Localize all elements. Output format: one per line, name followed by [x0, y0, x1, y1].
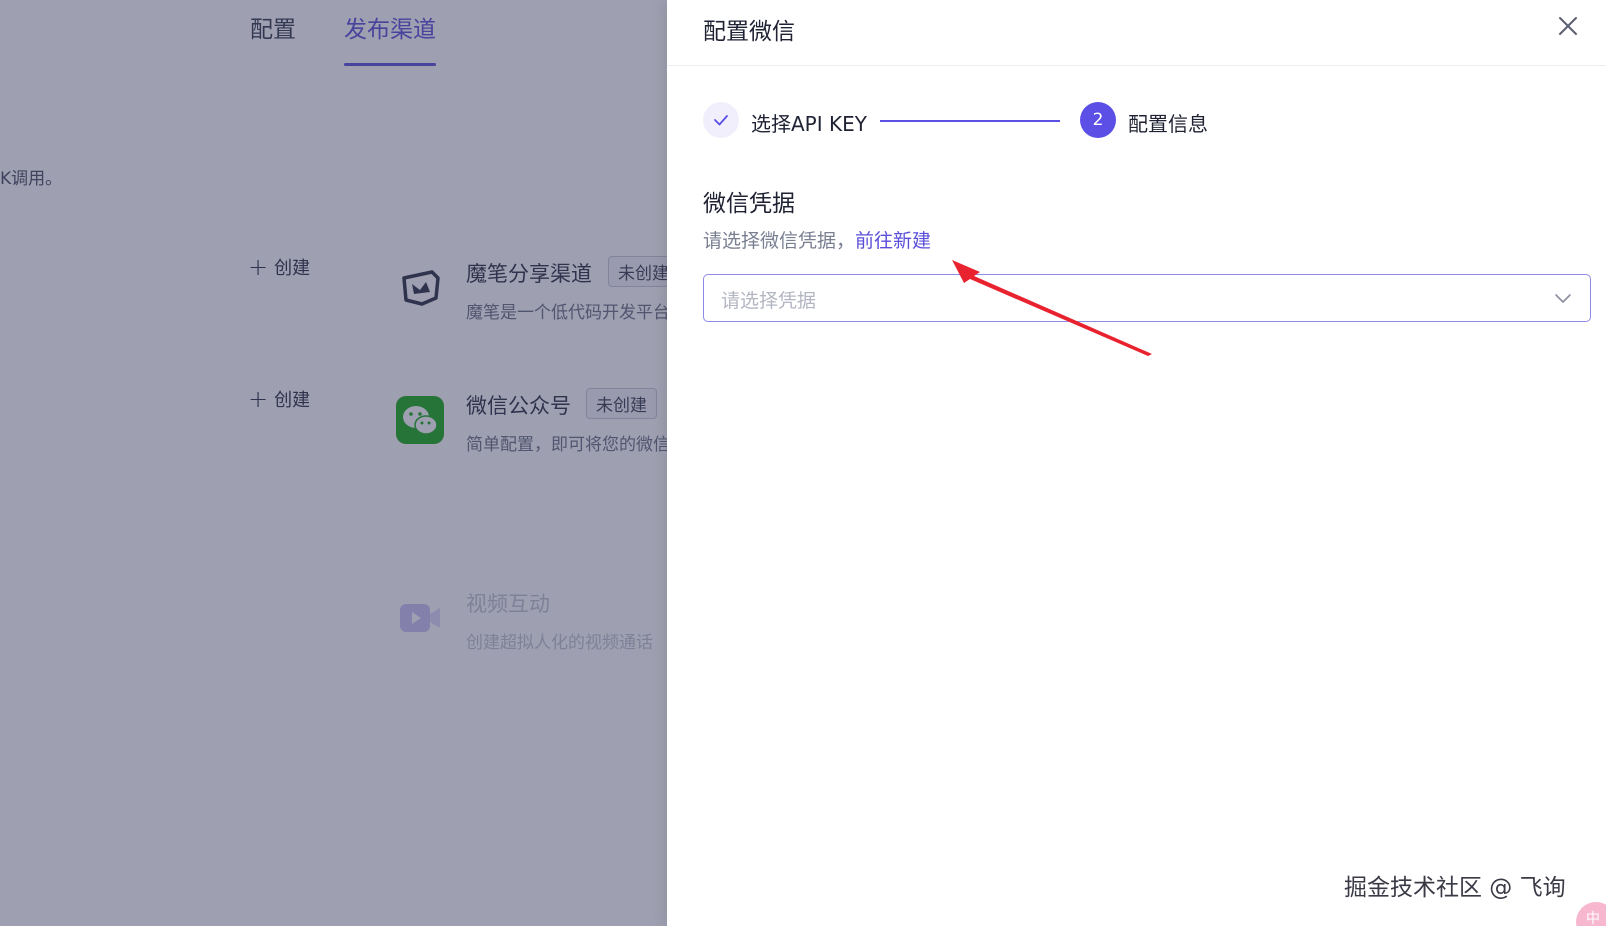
watermark: 掘金技术社区 @ 飞询 — [1344, 875, 1566, 901]
modal-overlay[interactable] — [0, 0, 667, 926]
credential-select[interactable]: 请选择凭据 — [703, 274, 1591, 322]
drawer-title: 配置微信 — [703, 19, 795, 45]
drawer-header: 配置微信 — [667, 0, 1606, 66]
step-2-indicator: 2 — [1080, 102, 1116, 138]
step-1-label: 选择API KEY — [751, 112, 867, 136]
select-placeholder: 请选择凭据 — [721, 290, 817, 312]
close-icon[interactable] — [1554, 12, 1582, 40]
background-page: 配置 发布渠道 K调用。 + 创建 + 创建 魔笔分享渠道 未创建 魔笔是一个低… — [0, 0, 667, 926]
section-title: 微信凭据 — [703, 191, 795, 217]
hint-text: 请选择微信凭据， — [703, 230, 856, 252]
configure-wechat-drawer: 配置微信 选择API KEY 2 配置信息 微信凭据 请选择微信凭据，前往新建 … — [667, 0, 1606, 926]
steps-indicator: 选择API KEY 2 配置信息 — [703, 102, 1403, 142]
create-new-link[interactable]: 前往新建 — [855, 230, 931, 252]
step-2-label: 配置信息 — [1128, 112, 1208, 136]
section-hint: 请选择微信凭据，前往新建 — [703, 226, 931, 253]
chevron-down-icon — [1555, 294, 1571, 303]
step-1-indicator — [703, 102, 739, 138]
step-connector — [880, 120, 1060, 122]
check-icon — [714, 115, 728, 126]
